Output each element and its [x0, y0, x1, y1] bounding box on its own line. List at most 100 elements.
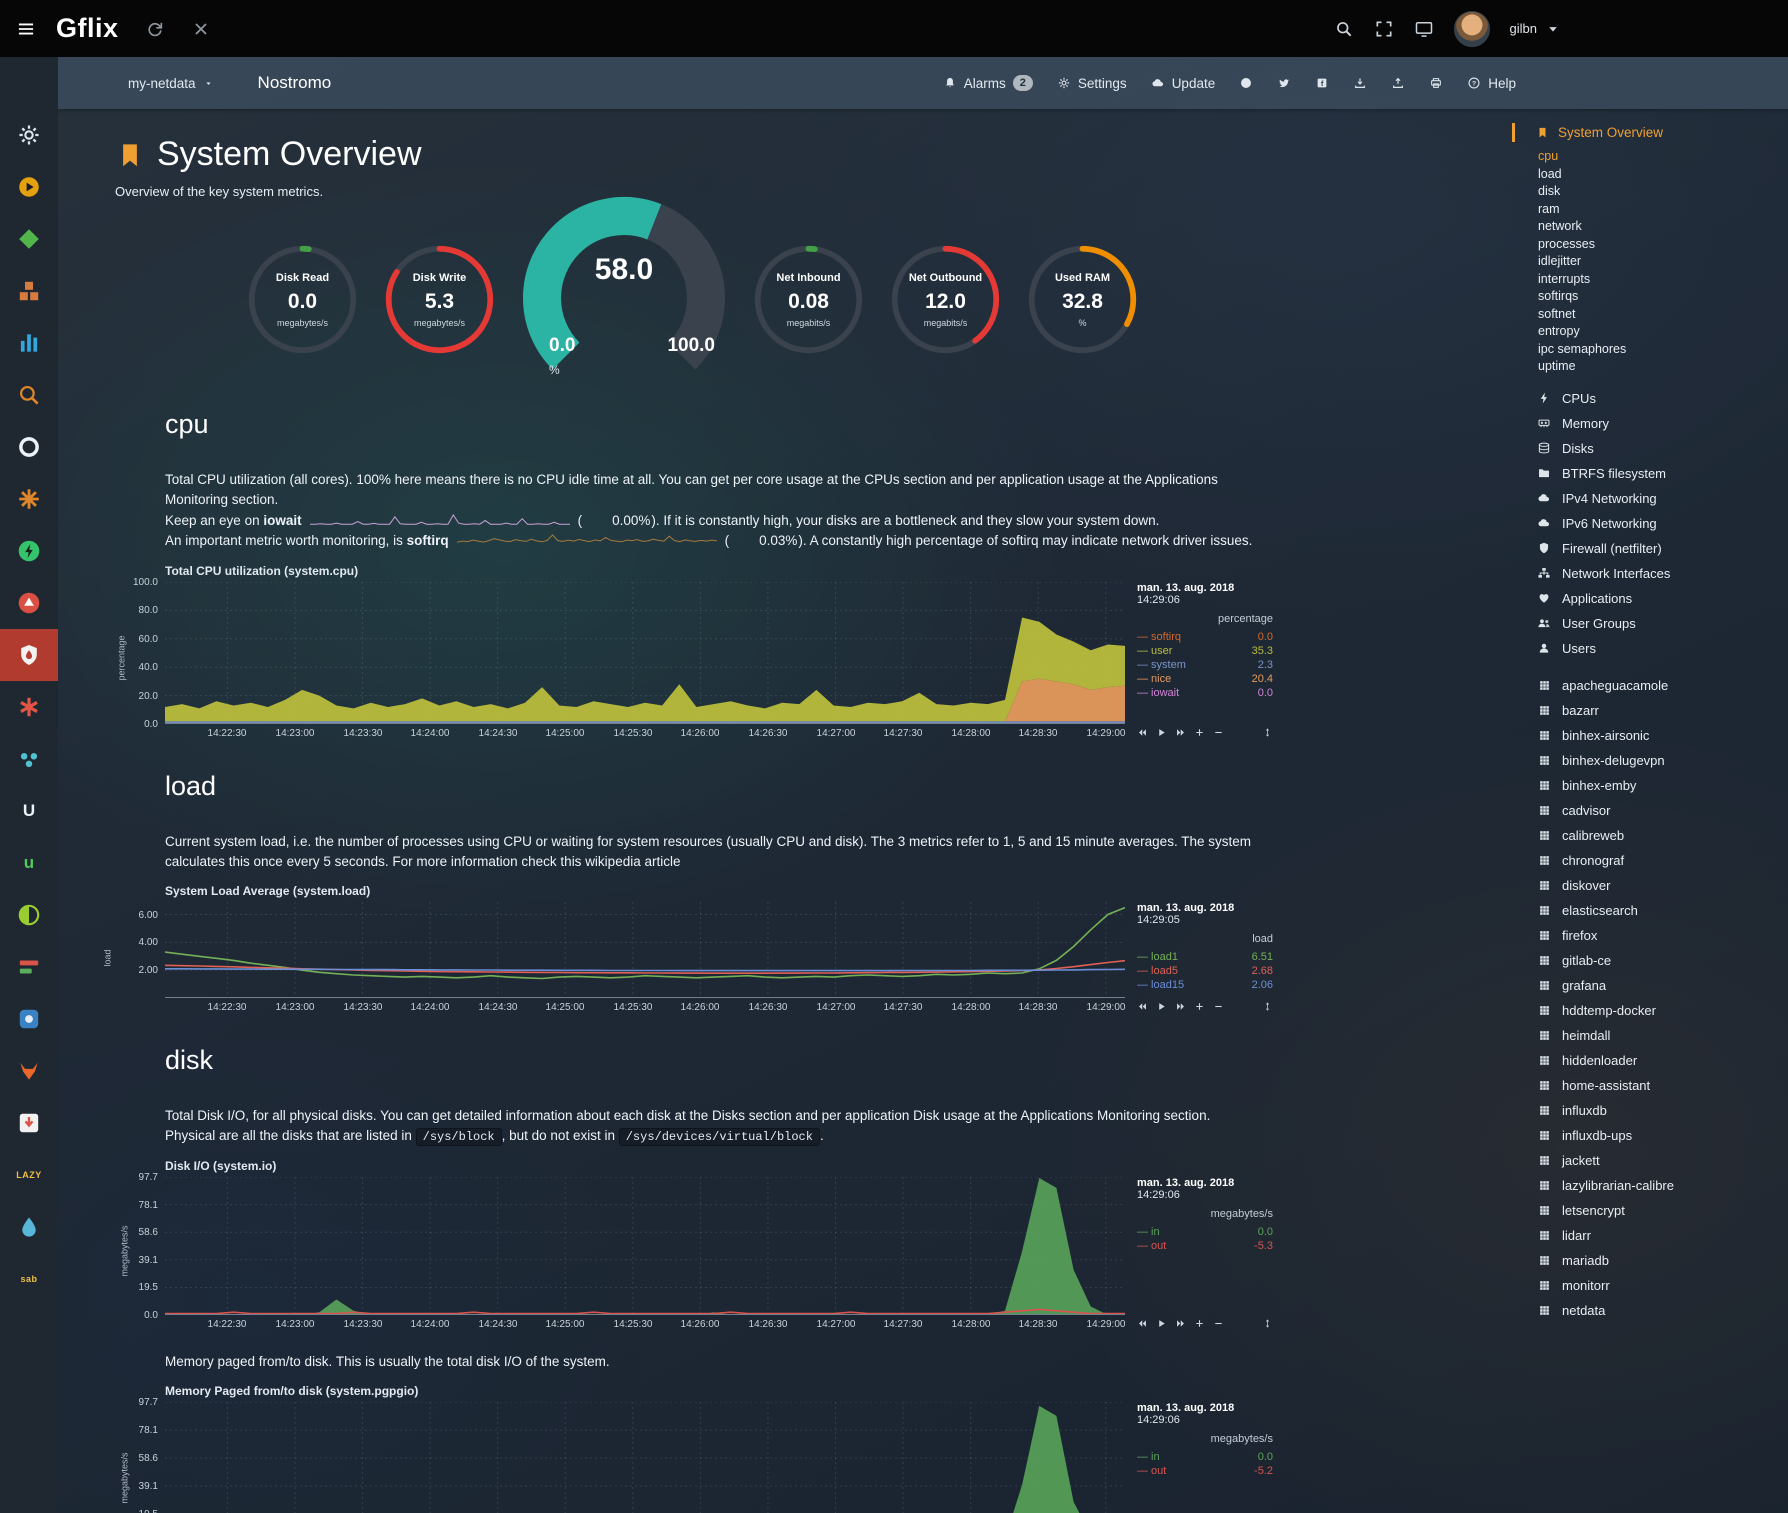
- chart-zoom-in-button[interactable]: [1194, 1001, 1205, 1012]
- legend-nice[interactable]: — nice20.4: [1137, 672, 1273, 686]
- nav-app-home-assistant[interactable]: home-assistant: [1536, 1073, 1780, 1098]
- nav-section-network-interfaces[interactable]: Network Interfaces: [1536, 561, 1780, 586]
- chart-pan-backward-button[interactable]: [1137, 1318, 1148, 1329]
- chart-zoom-out-button[interactable]: [1213, 1318, 1224, 1329]
- server-dropdown[interactable]: my-netdata: [128, 76, 214, 91]
- hamburger-menu-icon[interactable]: [16, 19, 36, 39]
- chart-resize-handle[interactable]: [1262, 727, 1273, 738]
- nav-sub-disk[interactable]: disk: [1538, 183, 1780, 201]
- legend-load5[interactable]: — load52.68: [1137, 964, 1273, 978]
- sidebar-app-trakt[interactable]: [0, 421, 58, 473]
- sidebar-app-settings[interactable]: [0, 109, 58, 161]
- sidebar-app-utorrent[interactable]: u: [0, 837, 58, 889]
- twitter-link[interactable]: [1277, 76, 1291, 90]
- chart-pan-forward-button[interactable]: [1175, 1318, 1186, 1329]
- chart-resize-handle[interactable]: [1262, 1318, 1273, 1329]
- sidebar-app-emby[interactable]: [0, 213, 58, 265]
- chart-pan-forward-button[interactable]: [1175, 1001, 1186, 1012]
- chart-zoom-in-button[interactable]: [1194, 1318, 1205, 1329]
- nav-app-bazarr[interactable]: bazarr: [1536, 698, 1780, 723]
- chart-plot-area[interactable]: megabytes/s 97.778.158.639.119.50.0 14:2…: [165, 1177, 1125, 1332]
- chart-zoom-out-button[interactable]: [1213, 1001, 1224, 1012]
- nav-sub-network[interactable]: network: [1538, 218, 1780, 236]
- legend-load1[interactable]: — load16.51: [1137, 950, 1273, 964]
- hostname[interactable]: Nostromo: [258, 73, 332, 93]
- nav-app-firefox[interactable]: firefox: [1536, 923, 1780, 948]
- nav-app-cadvisor[interactable]: cadvisor: [1536, 798, 1780, 823]
- legend-softirq[interactable]: — softirq0.0: [1137, 630, 1273, 644]
- update-button[interactable]: Update: [1151, 76, 1216, 91]
- facebook-link[interactable]: f: [1315, 76, 1329, 90]
- sidebar-app-airsonic[interactable]: [0, 317, 58, 369]
- sidebar-app-blue-app[interactable]: [0, 993, 58, 1045]
- refresh-icon[interactable]: [145, 19, 165, 39]
- chart-zoom-out-button[interactable]: [1213, 727, 1224, 738]
- sidebar-app-starburst[interactable]: [0, 473, 58, 525]
- legend-load15[interactable]: — load152.06: [1137, 978, 1273, 992]
- help-button[interactable]: ? Help: [1467, 76, 1516, 91]
- nav-app-monitorr[interactable]: monitorr: [1536, 1273, 1780, 1298]
- sidebar-app-netdata[interactable]: [0, 629, 58, 681]
- nav-section-cpus[interactable]: CPUs: [1536, 386, 1780, 411]
- nav-sub-softirqs[interactable]: softirqs: [1538, 288, 1780, 306]
- nav-sub-ipc-semaphores[interactable]: ipc semaphores: [1538, 341, 1780, 359]
- nav-section-ipv6-networking[interactable]: IPv6 Networking: [1536, 511, 1780, 536]
- nav-app-binhex-delugevpn[interactable]: binhex-delugevpn: [1536, 748, 1780, 773]
- nav-app-elasticsearch[interactable]: elasticsearch: [1536, 898, 1780, 923]
- sidebar-app-plex[interactable]: [0, 161, 58, 213]
- sidebar-app-sabnzbd[interactable]: sab: [0, 1253, 58, 1305]
- nav-app-calibreweb[interactable]: calibreweb: [1536, 823, 1780, 848]
- chart-pan-backward-button[interactable]: [1137, 1001, 1148, 1012]
- close-icon[interactable]: [191, 19, 211, 39]
- sidebar-app-bolt-app[interactable]: [0, 525, 58, 577]
- chart-play-button[interactable]: [1156, 1318, 1167, 1329]
- nav-app-heimdall[interactable]: heimdall: [1536, 1023, 1780, 1048]
- sidebar-app-download-app[interactable]: [0, 1097, 58, 1149]
- nav-sub-load[interactable]: load: [1538, 166, 1780, 184]
- nav-app-lidarr[interactable]: lidarr: [1536, 1223, 1780, 1248]
- nav-app-chronograf[interactable]: chronograf: [1536, 848, 1780, 873]
- chart-plot-area[interactable]: megabytes/s 97.778.158.639.119.50.0 14:2…: [165, 1402, 1125, 1513]
- nav-sub-ram[interactable]: ram: [1538, 201, 1780, 219]
- nav-system-overview[interactable]: System Overview: [1512, 123, 1780, 142]
- user-menu[interactable]: gilbn: [1510, 19, 1563, 39]
- chart-play-button[interactable]: [1156, 1001, 1167, 1012]
- nav-section-memory[interactable]: Memory: [1536, 411, 1780, 436]
- legend-in[interactable]: — in0.0: [1137, 1225, 1273, 1239]
- chart-resize-handle[interactable]: [1262, 1001, 1273, 1012]
- sidebar-app-u-app[interactable]: U: [0, 785, 58, 837]
- gauge-cpu[interactable]: CPU 58.0 0.0 100.0 %: [519, 219, 729, 379]
- gauge-disk-read[interactable]: Disk Read 0.0 megabytes/s: [245, 224, 360, 374]
- nav-sub-entropy[interactable]: entropy: [1538, 323, 1780, 341]
- github-link[interactable]: [1239, 76, 1253, 90]
- sidebar-app-home[interactable]: [0, 57, 58, 109]
- legend-out[interactable]: — out-5.3: [1137, 1239, 1273, 1253]
- gauge-net-inbound[interactable]: Net Inbound 0.08 megabits/s: [751, 224, 866, 374]
- import-button[interactable]: [1353, 76, 1367, 90]
- nav-sub-uptime[interactable]: uptime: [1538, 358, 1780, 376]
- legend-user[interactable]: — user35.3: [1137, 644, 1273, 658]
- nav-section-user-groups[interactable]: User Groups: [1536, 611, 1780, 636]
- fullscreen-icon[interactable]: [1374, 19, 1394, 39]
- nav-section-btrfs-filesystem[interactable]: BTRFS filesystem: [1536, 461, 1780, 486]
- sidebar-app-gitlab[interactable]: [0, 1045, 58, 1097]
- chart-pan-forward-button[interactable]: [1175, 727, 1186, 738]
- sidebar-app-levels-app[interactable]: [0, 941, 58, 993]
- nav-app-lazylibrarian-calibre[interactable]: lazylibrarian-calibre: [1536, 1173, 1780, 1198]
- sidebar-app-drop-app[interactable]: [0, 1201, 58, 1253]
- search-icon[interactable]: [1334, 19, 1354, 39]
- legend-in[interactable]: — in0.0: [1137, 1450, 1273, 1464]
- settings-button[interactable]: Settings: [1057, 76, 1127, 91]
- sidebar-app-jackett[interactable]: [0, 369, 58, 421]
- nav-sub-interrupts[interactable]: interrupts: [1538, 271, 1780, 289]
- legend-out[interactable]: — out-5.2: [1137, 1464, 1273, 1478]
- chart-play-button[interactable]: [1156, 727, 1167, 738]
- gauge-used-ram[interactable]: Used RAM 32.8 %: [1025, 224, 1140, 374]
- nav-sub-idlejitter[interactable]: idlejitter: [1538, 253, 1780, 271]
- nav-app-letsencrypt[interactable]: letsencrypt: [1536, 1198, 1780, 1223]
- legend-system[interactable]: — system2.3: [1137, 658, 1273, 672]
- nav-section-firewall-netfilter-[interactable]: Firewall (netfilter): [1536, 536, 1780, 561]
- nav-app-apacheguacamole[interactable]: apacheguacamole: [1536, 673, 1780, 698]
- print-button[interactable]: [1429, 76, 1443, 90]
- legend-iowait[interactable]: — iowait0.0: [1137, 686, 1273, 700]
